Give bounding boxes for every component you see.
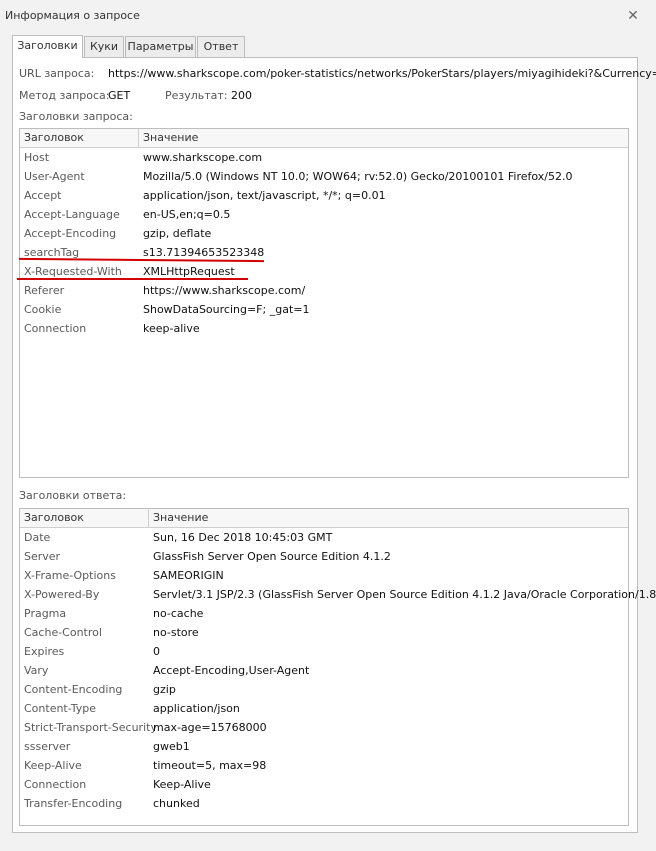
- request-headers-label: Заголовки запроса:: [19, 110, 133, 123]
- table-header: Заголовок Значение: [20, 129, 628, 148]
- header-name-cell: Vary: [24, 664, 49, 677]
- method-label: Метод запроса:: [19, 89, 110, 102]
- header-value-cell: Servlet/3.1 JSP/2.3 (GlassFish Server Op…: [153, 588, 656, 601]
- header-value-cell: Accept-Encoding,User-Agent: [153, 664, 310, 677]
- header-name-cell: Content-Type: [24, 702, 96, 715]
- header-name-cell: Host: [24, 151, 50, 164]
- tab-cookies[interactable]: Куки: [84, 36, 124, 57]
- table-row[interactable]: Expires 0: [20, 642, 628, 661]
- header-value-cell: GlassFish Server Open Source Edition 4.1…: [153, 550, 391, 563]
- header-value-cell: application/json, text/javascript, */*; …: [143, 189, 386, 202]
- column-header-name[interactable]: Заголовок: [20, 509, 149, 527]
- tab-parameters[interactable]: Параметры: [125, 36, 196, 57]
- title-bar: Информация о запросе ✕: [0, 0, 656, 30]
- table-row[interactable]: Keep-Alive timeout=5, max=98: [20, 756, 628, 775]
- result-value: 200: [231, 89, 252, 102]
- header-name-cell: Strict-Transport-Security: [24, 721, 157, 734]
- table-row[interactable]: Content-Type application/json: [20, 699, 628, 718]
- response-headers-table[interactable]: Заголовок Значение Date Sun, 16 Dec 2018 …: [19, 508, 656, 826]
- table-row[interactable]: X-Frame-Options SAMEORIGIN: [20, 566, 628, 585]
- header-value-cell: gweb1: [153, 740, 190, 753]
- header-value-cell: gzip: [153, 683, 176, 696]
- url-label: URL запроса:: [19, 67, 95, 80]
- header-name-cell: Server: [24, 550, 61, 563]
- table-row[interactable]: ssserver gweb1: [20, 737, 628, 756]
- header-name-cell: Transfer-Encoding: [24, 797, 123, 810]
- url-value: https://www.sharkscope.com/poker-statist…: [108, 67, 656, 80]
- header-value-cell: no-store: [153, 626, 199, 639]
- header-name-cell: User-Agent: [24, 170, 85, 183]
- table-row[interactable]: User-Agent Mozilla/5.0 (Windows NT 10.0; …: [20, 167, 628, 186]
- method-value: GET: [108, 89, 131, 102]
- header-name-cell: Keep-Alive: [24, 759, 82, 772]
- table-row[interactable]: Transfer-Encoding chunked: [20, 794, 628, 813]
- table-row[interactable]: Cookie ShowDataSourcing=F; _gat=1: [20, 300, 628, 319]
- table-row[interactable]: Referer https://www.sharkscope.com/: [20, 281, 628, 300]
- header-value-cell: www.sharkscope.com: [143, 151, 263, 164]
- header-name-cell: X-Frame-Options: [24, 569, 116, 582]
- request-info-window: Информация о запросе ✕ Заголовки Куки Па…: [0, 0, 656, 851]
- close-icon[interactable]: ✕: [622, 6, 644, 26]
- table-row[interactable]: Host www.sharkscope.com: [20, 148, 628, 167]
- table-row[interactable]: Accept-Language en-US,en;q=0.5: [20, 205, 628, 224]
- header-name-cell: Connection: [24, 778, 87, 791]
- table-row[interactable]: Cache-Control no-store: [20, 623, 628, 642]
- header-value-cell: Keep-Alive: [153, 778, 211, 791]
- table-header: Заголовок Значение: [20, 509, 628, 528]
- header-value-cell: max-age=15768000: [153, 721, 267, 734]
- column-header-name[interactable]: Заголовок: [20, 129, 139, 147]
- annotation-underline-x-requested-with: [17, 278, 248, 280]
- table-row[interactable]: Strict-Transport-Security max-age=1576800…: [20, 718, 628, 737]
- header-value-cell: gzip, deflate: [143, 227, 212, 240]
- response-headers-label: Заголовки ответа:: [19, 489, 127, 502]
- table-row[interactable]: X-Powered-By Servlet/3.1 JSP/2.3 (GlassFi…: [20, 585, 656, 604]
- header-name-cell: Content-Encoding: [24, 683, 123, 696]
- table-row[interactable]: Date Sun, 16 Dec 2018 10:45:03 GMT: [20, 528, 628, 547]
- table-row[interactable]: Content-Encoding gzip: [20, 680, 628, 699]
- header-name-cell: Cache-Control: [24, 626, 102, 639]
- header-name-cell: Date: [24, 531, 51, 544]
- request-headers-table[interactable]: Заголовок Значение Host www.sharkscope.co…: [19, 128, 629, 478]
- column-header-value[interactable]: Значение: [149, 509, 208, 527]
- header-name-cell: Cookie: [24, 303, 62, 316]
- table-row[interactable]: Connection keep-alive: [20, 319, 628, 338]
- header-name-cell: Referer: [24, 284, 65, 297]
- header-value-cell: chunked: [153, 797, 200, 810]
- header-name-cell: Accept-Encoding: [24, 227, 117, 240]
- header-name-cell: X-Powered-By: [24, 588, 100, 601]
- table-row[interactable]: Server GlassFish Server Open Source Editi…: [20, 547, 628, 566]
- table-row[interactable]: Vary Accept-Encoding,User-Agent: [20, 661, 628, 680]
- header-value-cell: https://www.sharkscope.com/: [143, 284, 306, 297]
- header-value-cell: Sun, 16 Dec 2018 10:45:03 GMT: [153, 531, 333, 544]
- header-value-cell: application/json: [153, 702, 240, 715]
- header-name-cell: Accept-Language: [24, 208, 120, 221]
- table-row[interactable]: Accept application/json, text/javascript,…: [20, 186, 628, 205]
- header-value-cell: timeout=5, max=98: [153, 759, 267, 772]
- header-name-cell: ssserver: [24, 740, 71, 753]
- header-name-cell: Accept: [24, 189, 62, 202]
- header-value-cell: Mozilla/5.0 (Windows NT 10.0; WOW64; rv:…: [143, 170, 573, 183]
- window-title: Информация о запросе: [5, 9, 140, 22]
- tab-response[interactable]: Ответ: [197, 36, 245, 57]
- header-name-cell: Pragma: [24, 607, 67, 620]
- header-name-cell: Connection: [24, 322, 87, 335]
- header-value-cell: en-US,en;q=0.5: [143, 208, 231, 221]
- header-value-cell: SAMEORIGIN: [153, 569, 224, 582]
- column-header-value[interactable]: Значение: [139, 129, 198, 147]
- result-label: Результат:: [165, 89, 228, 102]
- table-row[interactable]: Connection Keep-Alive: [20, 775, 628, 794]
- header-value-cell: ShowDataSourcing=F; _gat=1: [143, 303, 310, 316]
- headers-panel: URL запроса: https://www.sharkscope.com/…: [12, 57, 656, 833]
- table-row[interactable]: Accept-Encoding gzip, deflate: [20, 224, 628, 243]
- header-value-cell: no-cache: [153, 607, 204, 620]
- header-value-cell: keep-alive: [143, 322, 200, 335]
- header-name-cell: Expires: [24, 645, 65, 658]
- tab-headers[interactable]: Заголовки: [12, 35, 83, 58]
- table-row[interactable]: Pragma no-cache: [20, 604, 628, 623]
- header-value-cell: 0: [153, 645, 160, 658]
